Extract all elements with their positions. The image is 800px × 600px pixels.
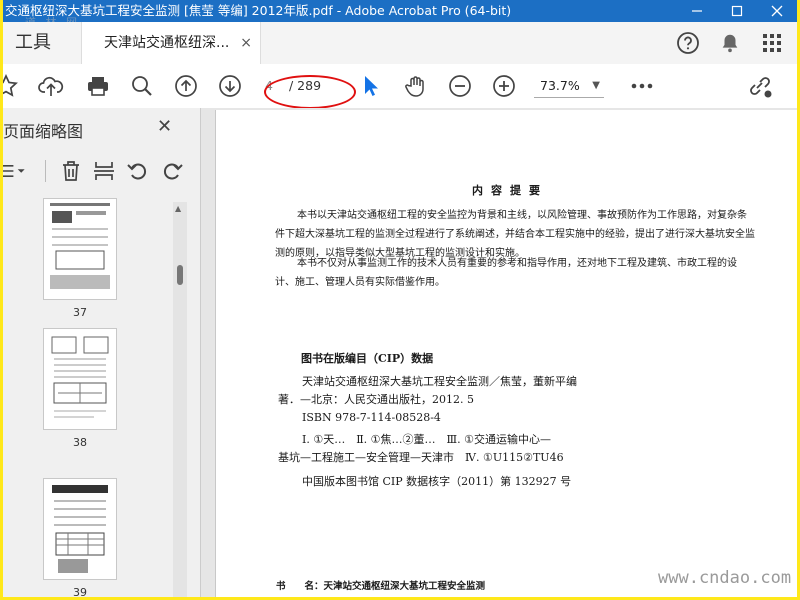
previous-page-icon[interactable] [171,71,201,101]
zoom-level-dropdown[interactable]: 73.7% ▼ [534,75,604,98]
abstract-title: 内容提要 [472,184,548,197]
cip-line: 著．—北京：人民交通出版社，2012. 5 [278,393,474,406]
thumbnail-page-37[interactable]: 37 [43,198,117,319]
zoom-value: 73.7% [540,78,580,93]
close-panel-icon[interactable]: ✕ [157,116,172,137]
cip-line: Ⅰ. ①天… Ⅱ. ①焦…②董… Ⅲ. ①交通运输中心— [302,433,551,446]
tab-document-label: 天津站交通枢纽深... [104,35,230,51]
next-page-icon[interactable] [215,71,245,101]
title-bar: 交通枢纽深大基坑工程安全监测 [焦莹 等编] 2012年版.pdf - Adob… [3,0,797,22]
abstract-paragraph: 本书不仅对从事监测工作的技术人员有重要的参考和指导作用，还对地下工程及建筑、市政… [275,258,737,288]
cip-line: 中国版本图书馆 CIP 数据核字（2011）第 132927 号 [302,475,572,488]
thumbnail-page-number: 39 [73,586,87,597]
thumbnail-page-number: 37 [73,306,87,319]
maximize-icon[interactable] [717,0,757,22]
star-bookmark-icon[interactable] [3,71,21,101]
thumbnail-image [43,478,117,580]
main-toolbar: 4 / 289 73.7% ▼ [3,64,797,109]
watermark-bottom: www.cndao.com [658,568,792,588]
top-right-icons [673,28,787,58]
more-options-icon[interactable] [627,71,657,101]
close-tab-icon[interactable]: × [240,22,252,64]
thumbnail-options-icon[interactable] [3,158,29,184]
tab-document[interactable]: 天津站交通枢纽深... × [81,22,261,64]
panel-toolbar [3,156,193,186]
rotate-counterclockwise-icon[interactable] [125,158,151,184]
thumbnail-scrollbar[interactable]: ▲ [173,202,187,597]
close-window-icon[interactable] [757,0,797,22]
book-title-footer: 书 名：天津站交通枢纽深大基坑工程安全监测 [276,581,486,592]
cip-line: 基坑—工程施工—安全管理—天津市 Ⅳ. ①U115②TU46 [278,451,564,464]
notifications-bell-icon[interactable] [715,28,745,58]
window-title: 交通枢纽深大基坑工程安全监测 [焦莹 等编] 2012年版.pdf - Adob… [5,3,512,18]
cip-line: 天津站交通枢纽深大基坑工程安全监测／焦莹，董新平编 [302,375,577,388]
zoom-in-icon[interactable] [489,71,519,101]
thumbnail-page-39[interactable]: 39 [43,478,117,597]
delete-page-icon[interactable] [58,158,84,184]
scroll-up-icon[interactable]: ▲ [175,204,181,213]
page-number-field[interactable]: 4 / 289 [261,75,347,97]
tab-tools[interactable]: 工具 [3,22,75,64]
scrollbar-thumb[interactable] [177,265,183,285]
help-icon[interactable] [673,28,703,58]
thumbnail-image [43,198,117,300]
pdf-page: 内容提要 本书以天津站交通枢纽工程的安全监控为背景和主线，以风险管理、事故预防作… [215,110,797,597]
watermark-top: 道 林 网 [25,12,80,22]
cip-isbn: ISBN 978-7-114-08528-4 [302,411,441,424]
rotate-clockwise-icon[interactable] [159,158,185,184]
document-viewer: 内容提要 本书以天津站交通枢纽工程的安全监控为背景和主线，以风险管理、事故预防作… [201,108,797,597]
chevron-down-icon: ▼ [592,80,600,91]
window-controls [677,0,797,22]
thumbnail-image [43,328,117,430]
select-pointer-icon[interactable] [355,71,385,101]
upload-cloud-icon[interactable] [36,71,66,101]
zoom-search-icon[interactable] [127,71,157,101]
share-link-icon[interactable] [745,71,775,101]
thumbnail-page-38[interactable]: 38 [43,328,117,449]
apps-grid-icon[interactable] [757,28,787,58]
acrobat-window: 交通枢纽深大基坑工程安全监测 [焦莹 等编] 2012年版.pdf - Adob… [3,0,797,597]
thumbnails-panel: 页面缩略图 ✕ 37 38 39 ▲ [3,108,201,597]
zoom-out-icon[interactable] [445,71,475,101]
tab-bar: 工具 天津站交通枢纽深... × [3,22,797,65]
hand-tool-icon[interactable] [401,71,431,101]
extract-pages-icon[interactable] [91,158,117,184]
minimize-icon[interactable] [677,0,717,22]
cip-heading: 图书在版编目（CIP）数据 [301,352,434,365]
total-pages-label: / 289 [289,78,322,93]
current-page-input[interactable]: 4 [265,75,273,97]
print-icon[interactable] [83,71,113,101]
panel-title: 页面缩略图 [3,122,84,141]
thumbnail-page-number: 38 [73,436,87,449]
